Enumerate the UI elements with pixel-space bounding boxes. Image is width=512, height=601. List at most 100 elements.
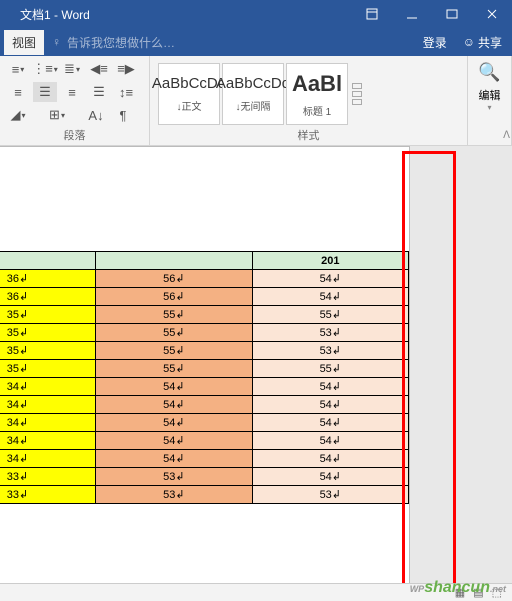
table-cell[interactable]: 33↲: [0, 486, 96, 504]
styles-expand-icon[interactable]: [350, 63, 364, 125]
table-cell[interactable]: 36↲: [0, 288, 96, 306]
bullets-icon[interactable]: ≡▾: [6, 59, 30, 79]
login-button[interactable]: 登录: [415, 30, 455, 55]
table-row: 539↲35↲55↲53↲: [0, 342, 409, 360]
table-cell[interactable]: 55↲: [96, 306, 252, 324]
table-cell[interactable]: 54↲: [252, 270, 408, 288]
table-row: 540↲36↲56↲54↲: [0, 288, 409, 306]
table-cell[interactable]: 55↲: [252, 306, 408, 324]
find-icon[interactable]: 🔍: [478, 62, 500, 83]
table-cell[interactable]: 33↲: [0, 468, 96, 486]
table-row: 537↲33↲53↲53↲: [0, 486, 409, 504]
numbering-icon[interactable]: ⋮≡▾: [33, 59, 57, 79]
table-cell[interactable]: 35↲: [0, 360, 96, 378]
table-cell[interactable]: 55↲: [96, 360, 252, 378]
table-cell[interactable]: 53↲: [96, 486, 252, 504]
table-cell[interactable]: 54↲: [96, 414, 252, 432]
window-controls: [352, 0, 512, 28]
watermark: WPshancun.net: [410, 579, 506, 597]
sort-icon[interactable]: A↓: [84, 105, 108, 125]
table-cell[interactable]: 54↲: [252, 288, 408, 306]
align-left-icon[interactable]: ≡: [6, 82, 30, 102]
annotation-box: [402, 151, 456, 583]
table-cell[interactable]: 54↲: [252, 378, 408, 396]
table-cell[interactable]: 53↲: [252, 486, 408, 504]
table-row: 539↲35↲55↲53↲: [0, 324, 409, 342]
table-cell[interactable]: 56↲: [96, 288, 252, 306]
table-row: 538↲34↲54↲54↲: [0, 432, 409, 450]
align-right-icon[interactable]: ≡: [60, 82, 84, 102]
table-cell[interactable]: 34↲: [0, 414, 96, 432]
paragraph-group: ≡▾ ⋮≡▾ ≣▾ ◀≡ ≡▶ ≡ ☰ ≡ ☰ ↕≡ ◢▾ ⊞▾ A↓ ¶ 段落: [0, 56, 150, 145]
line-spacing-icon[interactable]: ↕≡: [114, 82, 138, 102]
table-cell[interactable]: 35↲: [0, 324, 96, 342]
table-row: 538↲34↲54↲54↲: [0, 396, 409, 414]
table-cell[interactable]: 35↲: [0, 306, 96, 324]
close-icon[interactable]: [472, 0, 512, 28]
tab-view[interactable]: 视图: [4, 30, 44, 55]
shading-icon[interactable]: ◢▾: [6, 105, 30, 125]
style-normal[interactable]: AaBbCcDd ↓正文: [158, 63, 220, 125]
table-header-row: 2014 201: [0, 252, 409, 270]
table-cell[interactable]: 55↲: [96, 342, 252, 360]
ribbon-display-icon[interactable]: [352, 0, 392, 28]
table-cell[interactable]: 53↲: [252, 324, 408, 342]
table-row: 538↲34↲54↲54↲: [0, 414, 409, 432]
table-cell[interactable]: 54↲: [96, 432, 252, 450]
borders-icon[interactable]: ⊞▾: [33, 105, 81, 125]
table-cell[interactable]: 53↲: [252, 342, 408, 360]
table-cell[interactable]: 54↲: [252, 468, 408, 486]
table-row: 537↲33↲53↲54↲: [0, 468, 409, 486]
window-title: 文档1 - Word: [0, 6, 352, 23]
multilevel-icon[interactable]: ≣▾: [60, 59, 84, 79]
table-cell[interactable]: 54↲: [252, 396, 408, 414]
data-table: 2014 201 540↲36↲56↲54↲540↲36↲56↲54↲539↲3…: [0, 251, 409, 504]
table-cell[interactable]: 54↲: [96, 450, 252, 468]
align-center-icon[interactable]: ☰: [33, 82, 57, 102]
table-cell[interactable]: 55↲: [96, 324, 252, 342]
table-row: 539↲35↲55↲55↲: [0, 306, 409, 324]
table-cell[interactable]: 54↲: [96, 378, 252, 396]
maximize-icon[interactable]: [432, 0, 472, 28]
page: 2014 201 540↲36↲56↲54↲540↲36↲56↲54↲539↲3…: [0, 146, 410, 583]
table-cell[interactable]: 34↲: [0, 450, 96, 468]
table-cell[interactable]: 35↲: [0, 342, 96, 360]
group-label: 段落: [0, 127, 149, 143]
styles-group: AaBbCcDd ↓正文 AaBbCcDd ↓无间隔 AaBl 标题 1 样式: [150, 56, 468, 145]
col-header[interactable]: [96, 252, 252, 270]
col-header[interactable]: [0, 252, 96, 270]
tell-me[interactable]: ♀ 告诉我您想做什么…: [44, 34, 415, 51]
table-row: 540↲36↲56↲54↲: [0, 270, 409, 288]
indent-right-icon[interactable]: ≡▶: [114, 59, 138, 79]
menu-bar: 视图 ♀ 告诉我您想做什么… 登录 ☺ 共享: [0, 28, 512, 56]
ribbon: ≡▾ ⋮≡▾ ≣▾ ◀≡ ≡▶ ≡ ☰ ≡ ☰ ↕≡ ◢▾ ⊞▾ A↓ ¶ 段落…: [0, 56, 512, 146]
collapse-ribbon-icon[interactable]: ᐱ: [503, 130, 510, 141]
lightbulb-icon: ♀: [52, 35, 61, 49]
justify-icon[interactable]: ☰: [87, 82, 111, 102]
style-heading1[interactable]: AaBl 标题 1: [286, 63, 348, 125]
table-cell[interactable]: 56↲: [96, 270, 252, 288]
table-cell[interactable]: 36↲: [0, 270, 96, 288]
table-row: 539↲35↲55↲55↲: [0, 360, 409, 378]
table-row: 538↲34↲54↲54↲: [0, 450, 409, 468]
group-label: 样式: [150, 127, 467, 143]
table-cell[interactable]: 53↲: [96, 468, 252, 486]
col-header[interactable]: 201: [252, 252, 408, 270]
document-area[interactable]: 2014 201 540↲36↲56↲54↲540↲36↲56↲54↲539↲3…: [0, 146, 512, 583]
style-nospacing[interactable]: AaBbCcDd ↓无间隔: [222, 63, 284, 125]
table-cell[interactable]: 54↲: [252, 450, 408, 468]
table-cell[interactable]: 34↲: [0, 378, 96, 396]
minimize-icon[interactable]: [392, 0, 432, 28]
table-cell[interactable]: 55↲: [252, 360, 408, 378]
title-bar: 文档1 - Word: [0, 0, 512, 28]
table-cell[interactable]: 54↲: [96, 396, 252, 414]
table-cell[interactable]: 54↲: [252, 432, 408, 450]
table-cell[interactable]: 54↲: [252, 414, 408, 432]
share-button[interactable]: ☺ 共享: [457, 30, 508, 55]
table-cell[interactable]: 34↲: [0, 396, 96, 414]
indent-left-icon[interactable]: ◀≡: [87, 59, 111, 79]
edit-label[interactable]: 编辑: [479, 87, 501, 103]
show-marks-icon[interactable]: ¶: [111, 105, 135, 125]
table-cell[interactable]: 34↲: [0, 432, 96, 450]
table-row: 538↲34↲54↲54↲: [0, 378, 409, 396]
